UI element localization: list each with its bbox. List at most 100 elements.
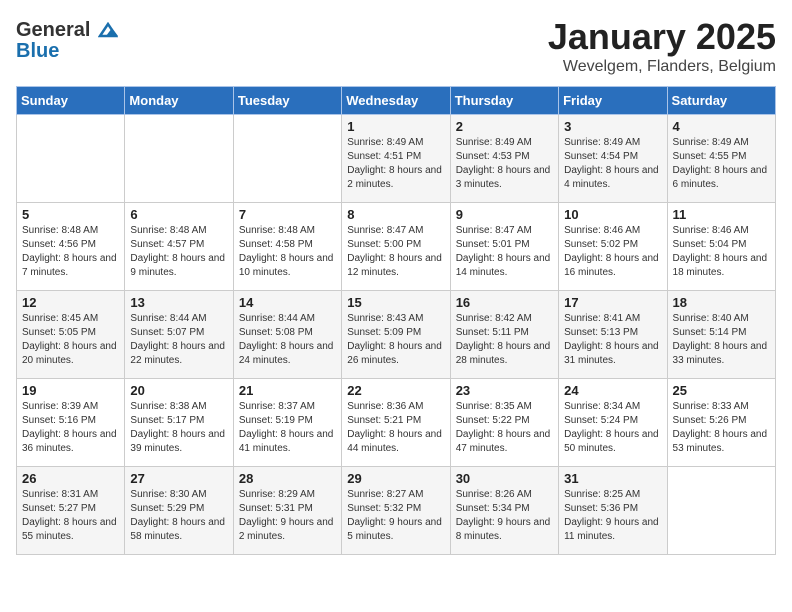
day-info: Sunrise: 8:48 AM Sunset: 4:58 PM Dayligh… xyxy=(239,224,336,280)
day-number: 14 xyxy=(239,295,336,310)
calendar-cell xyxy=(233,115,341,203)
calendar-cell: 10 Sunrise: 8:46 AM Sunset: 5:02 PM Dayli… xyxy=(559,203,667,291)
calendar-cell: 5 Sunrise: 8:48 AM Sunset: 4:56 PM Daylig… xyxy=(17,203,125,291)
calendar-cell xyxy=(667,467,775,555)
day-number: 2 xyxy=(456,119,553,134)
day-info: Sunrise: 8:49 AM Sunset: 4:54 PM Dayligh… xyxy=(564,136,661,192)
day-number: 18 xyxy=(673,295,770,310)
day-info: Sunrise: 8:25 AM Sunset: 5:36 PM Dayligh… xyxy=(564,488,661,544)
logo-icon xyxy=(98,22,118,38)
day-info: Sunrise: 8:29 AM Sunset: 5:31 PM Dayligh… xyxy=(239,488,336,544)
day-number: 27 xyxy=(130,471,227,486)
location-title: Wevelgem, Flanders, Belgium xyxy=(548,58,776,76)
day-info: Sunrise: 8:43 AM Sunset: 5:09 PM Dayligh… xyxy=(347,312,444,368)
day-number: 1 xyxy=(347,119,444,134)
day-number: 4 xyxy=(673,119,770,134)
header: General Blue January 2025 Wevelgem, Flan… xyxy=(16,16,776,76)
day-info: Sunrise: 8:27 AM Sunset: 5:32 PM Dayligh… xyxy=(347,488,444,544)
day-number: 9 xyxy=(456,207,553,222)
month-title: January 2025 xyxy=(548,16,776,58)
weekday-header-sunday: Sunday xyxy=(17,87,125,115)
calendar-week-4: 19Sunrise: 8:39 AM Sunset: 5:16 PM Dayli… xyxy=(17,379,776,467)
calendar-cell: 27Sunrise: 8:30 AM Sunset: 5:29 PM Dayli… xyxy=(125,467,233,555)
calendar-cell: 3 Sunrise: 8:49 AM Sunset: 4:54 PM Daylig… xyxy=(559,115,667,203)
calendar-week-3: 12Sunrise: 8:45 AM Sunset: 5:05 PM Dayli… xyxy=(17,291,776,379)
calendar-cell: 11 Sunrise: 8:46 AM Sunset: 5:04 PM Dayli… xyxy=(667,203,775,291)
calendar-cell: 23Sunrise: 8:35 AM Sunset: 5:22 PM Dayli… xyxy=(450,379,558,467)
day-number: 13 xyxy=(130,295,227,310)
day-info: Sunrise: 8:37 AM Sunset: 5:19 PM Dayligh… xyxy=(239,400,336,456)
calendar-cell: 25Sunrise: 8:33 AM Sunset: 5:26 PM Dayli… xyxy=(667,379,775,467)
day-info: Sunrise: 8:39 AM Sunset: 5:16 PM Dayligh… xyxy=(22,400,119,456)
weekday-header-wednesday: Wednesday xyxy=(342,87,450,115)
day-number: 5 xyxy=(22,207,119,222)
day-number: 10 xyxy=(564,207,661,222)
calendar-cell: 8 Sunrise: 8:47 AM Sunset: 5:00 PM Daylig… xyxy=(342,203,450,291)
day-info: Sunrise: 8:40 AM Sunset: 5:14 PM Dayligh… xyxy=(673,312,770,368)
day-info: Sunrise: 8:48 AM Sunset: 4:56 PM Dayligh… xyxy=(22,224,119,280)
day-info: Sunrise: 8:34 AM Sunset: 5:24 PM Dayligh… xyxy=(564,400,661,456)
calendar-cell: 2 Sunrise: 8:49 AM Sunset: 4:53 PM Daylig… xyxy=(450,115,558,203)
calendar-week-5: 26 Sunrise: 8:31 AM Sunset: 5:27 PM Dayli… xyxy=(17,467,776,555)
calendar-cell: 12Sunrise: 8:45 AM Sunset: 5:05 PM Dayli… xyxy=(17,291,125,379)
calendar-table: SundayMondayTuesdayWednesdayThursdayFrid… xyxy=(16,86,776,555)
day-info: Sunrise: 8:26 AM Sunset: 5:34 PM Dayligh… xyxy=(456,488,553,544)
calendar-cell: 7 Sunrise: 8:48 AM Sunset: 4:58 PM Daylig… xyxy=(233,203,341,291)
calendar-cell xyxy=(17,115,125,203)
day-info: Sunrise: 8:49 AM Sunset: 4:55 PM Dayligh… xyxy=(673,136,770,192)
day-number: 25 xyxy=(673,383,770,398)
calendar-cell: 4 Sunrise: 8:49 AM Sunset: 4:55 PM Daylig… xyxy=(667,115,775,203)
day-number: 17 xyxy=(564,295,661,310)
day-number: 20 xyxy=(130,383,227,398)
calendar-cell: 15 Sunrise: 8:43 AM Sunset: 5:09 PM Dayli… xyxy=(342,291,450,379)
day-info: Sunrise: 8:44 AM Sunset: 5:07 PM Dayligh… xyxy=(130,312,227,368)
calendar-cell: 31 Sunrise: 8:25 AM Sunset: 5:36 PM Dayli… xyxy=(559,467,667,555)
day-number: 16 xyxy=(456,295,553,310)
calendar-week-1: 1 Sunrise: 8:49 AM Sunset: 4:51 PM Daylig… xyxy=(17,115,776,203)
calendar-cell: 20Sunrise: 8:38 AM Sunset: 5:17 PM Dayli… xyxy=(125,379,233,467)
day-number: 7 xyxy=(239,207,336,222)
day-info: Sunrise: 8:31 AM Sunset: 5:27 PM Dayligh… xyxy=(22,488,119,544)
day-number: 15 xyxy=(347,295,444,310)
calendar-cell: 24Sunrise: 8:34 AM Sunset: 5:24 PM Dayli… xyxy=(559,379,667,467)
day-info: Sunrise: 8:36 AM Sunset: 5:21 PM Dayligh… xyxy=(347,400,444,456)
calendar-cell: 22Sunrise: 8:36 AM Sunset: 5:21 PM Dayli… xyxy=(342,379,450,467)
title-area: January 2025 Wevelgem, Flanders, Belgium xyxy=(548,16,776,76)
day-info: Sunrise: 8:46 AM Sunset: 5:04 PM Dayligh… xyxy=(673,224,770,280)
calendar-cell: 17 Sunrise: 8:41 AM Sunset: 5:13 PM Dayli… xyxy=(559,291,667,379)
day-info: Sunrise: 8:46 AM Sunset: 5:02 PM Dayligh… xyxy=(564,224,661,280)
calendar-cell: 6Sunrise: 8:48 AM Sunset: 4:57 PM Daylig… xyxy=(125,203,233,291)
weekday-header-thursday: Thursday xyxy=(450,87,558,115)
calendar-cell: 18 Sunrise: 8:40 AM Sunset: 5:14 PM Dayli… xyxy=(667,291,775,379)
day-number: 28 xyxy=(239,471,336,486)
day-number: 26 xyxy=(22,471,119,486)
day-number: 11 xyxy=(673,207,770,222)
day-info: Sunrise: 8:45 AM Sunset: 5:05 PM Dayligh… xyxy=(22,312,119,368)
calendar-cell: 16 Sunrise: 8:42 AM Sunset: 5:11 PM Dayli… xyxy=(450,291,558,379)
calendar-cell: 14 Sunrise: 8:44 AM Sunset: 5:08 PM Dayli… xyxy=(233,291,341,379)
logo-general: General xyxy=(16,16,118,42)
calendar-week-2: 5 Sunrise: 8:48 AM Sunset: 4:56 PM Daylig… xyxy=(17,203,776,291)
day-info: Sunrise: 8:47 AM Sunset: 5:00 PM Dayligh… xyxy=(347,224,444,280)
calendar-cell: 26 Sunrise: 8:31 AM Sunset: 5:27 PM Dayli… xyxy=(17,467,125,555)
day-info: Sunrise: 8:49 AM Sunset: 4:51 PM Dayligh… xyxy=(347,136,444,192)
weekday-header-tuesday: Tuesday xyxy=(233,87,341,115)
day-number: 8 xyxy=(347,207,444,222)
day-number: 30 xyxy=(456,471,553,486)
calendar-cell: 29 Sunrise: 8:27 AM Sunset: 5:32 PM Dayli… xyxy=(342,467,450,555)
day-info: Sunrise: 8:49 AM Sunset: 4:53 PM Dayligh… xyxy=(456,136,553,192)
day-info: Sunrise: 8:42 AM Sunset: 5:11 PM Dayligh… xyxy=(456,312,553,368)
day-info: Sunrise: 8:44 AM Sunset: 5:08 PM Dayligh… xyxy=(239,312,336,368)
day-info: Sunrise: 8:41 AM Sunset: 5:13 PM Dayligh… xyxy=(564,312,661,368)
day-number: 31 xyxy=(564,471,661,486)
day-number: 3 xyxy=(564,119,661,134)
day-info: Sunrise: 8:48 AM Sunset: 4:57 PM Dayligh… xyxy=(130,224,227,280)
day-info: Sunrise: 8:35 AM Sunset: 5:22 PM Dayligh… xyxy=(456,400,553,456)
weekday-header-monday: Monday xyxy=(125,87,233,115)
calendar-cell: 28 Sunrise: 8:29 AM Sunset: 5:31 PM Dayli… xyxy=(233,467,341,555)
calendar-body: 1 Sunrise: 8:49 AM Sunset: 4:51 PM Daylig… xyxy=(17,115,776,555)
day-number: 29 xyxy=(347,471,444,486)
weekday-header-friday: Friday xyxy=(559,87,667,115)
day-info: Sunrise: 8:47 AM Sunset: 5:01 PM Dayligh… xyxy=(456,224,553,280)
weekday-header-saturday: Saturday xyxy=(667,87,775,115)
